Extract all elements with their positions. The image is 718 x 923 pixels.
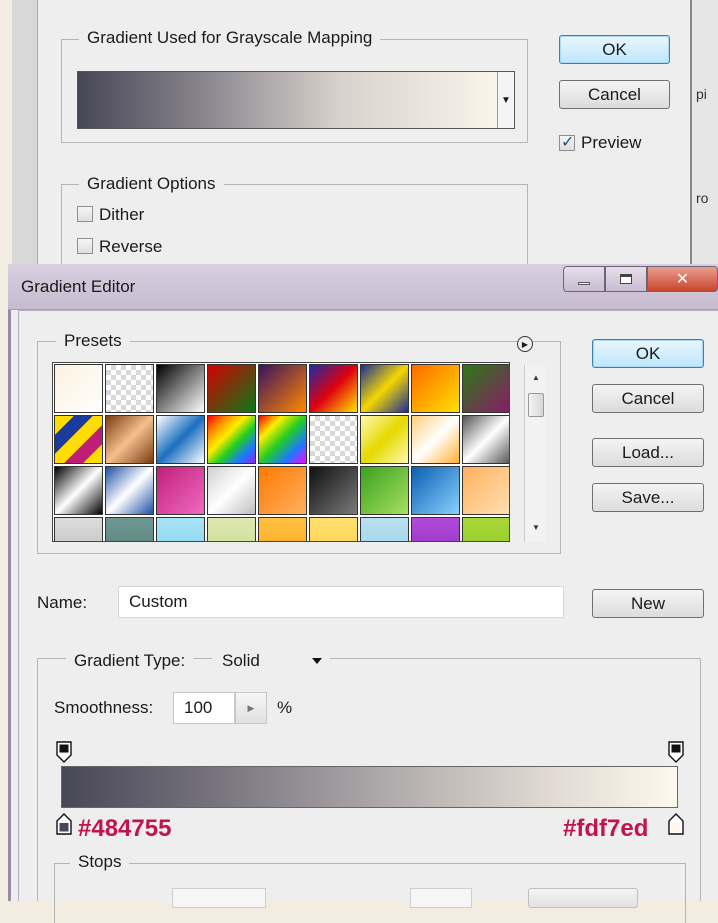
preset-swatch[interactable]	[462, 517, 509, 541]
editor-cancel-button[interactable]: Cancel	[592, 384, 704, 413]
preset-swatch[interactable]	[207, 415, 256, 464]
name-label: Name:	[37, 593, 88, 612]
background-window-edge-right: pi ro	[690, 0, 718, 270]
presets-menu-button[interactable]: ▶	[517, 336, 533, 352]
smoothness-unit: %	[277, 698, 293, 717]
scroll-up-icon[interactable]: ▲	[525, 373, 547, 382]
preset-swatch[interactable]	[54, 517, 103, 541]
end-color-annotation: #fdf7ed	[563, 815, 649, 842]
preset-swatch[interactable]	[309, 517, 358, 541]
preset-swatch[interactable]	[360, 364, 409, 413]
preset-swatch[interactable]	[258, 466, 307, 515]
preset-swatch[interactable]	[105, 415, 154, 464]
gradient-type-select[interactable]: Solid	[212, 646, 330, 676]
preset-swatch[interactable]	[207, 364, 256, 413]
reverse-label: Reverse	[99, 237, 163, 256]
grayscale-mapping-label: Gradient Used for Grayscale Mapping	[79, 28, 381, 48]
preset-swatch[interactable]	[411, 517, 460, 541]
cancel-button[interactable]: Cancel	[559, 80, 670, 109]
stop-opacity-field[interactable]	[172, 888, 266, 908]
preview-label: Preview	[581, 133, 642, 152]
close-icon: ✕	[675, 271, 690, 288]
opacity-stop-right[interactable]	[668, 741, 684, 763]
presets-label: Presets	[56, 331, 130, 351]
maximize-icon	[620, 274, 632, 284]
minimize-icon	[578, 281, 590, 285]
new-button[interactable]: New	[592, 589, 704, 618]
preset-swatch[interactable]	[360, 466, 409, 515]
preset-swatch[interactable]	[309, 466, 358, 515]
preset-swatch[interactable]	[462, 364, 509, 413]
preset-swatch[interactable]	[360, 517, 409, 541]
truncated-text: pi	[696, 86, 707, 102]
stops-label: Stops	[70, 852, 130, 872]
preset-swatch[interactable]	[156, 415, 205, 464]
opacity-stop-left[interactable]	[56, 741, 72, 763]
editor-ok-button[interactable]: OK	[592, 339, 704, 368]
preset-swatch[interactable]	[309, 415, 358, 464]
stop-location-field[interactable]	[410, 888, 472, 908]
preset-swatch[interactable]	[156, 466, 205, 515]
preset-swatch[interactable]	[207, 517, 256, 541]
name-input[interactable]: Custom	[118, 586, 564, 618]
start-color-annotation: #484755	[78, 815, 172, 842]
dither-checkbox[interactable]	[77, 206, 93, 222]
color-stop-right[interactable]	[668, 813, 684, 835]
preset-swatch[interactable]	[411, 415, 460, 464]
preset-swatch[interactable]	[411, 364, 460, 413]
grayscale-gradient-picker[interactable]	[77, 71, 515, 129]
preset-swatch[interactable]	[54, 364, 103, 413]
scrollbar-thumb[interactable]	[528, 393, 544, 417]
presets-scrollbar[interactable]: ▲ ▼	[524, 365, 546, 542]
window-title: Gradient Editor	[21, 277, 136, 296]
presets-grid	[52, 362, 510, 542]
smoothness-label: Smoothness:	[54, 698, 154, 717]
preset-swatch[interactable]	[105, 517, 154, 541]
preset-swatch[interactable]	[258, 415, 307, 464]
truncated-text: ro	[696, 190, 709, 206]
preset-swatch[interactable]	[156, 517, 205, 541]
preset-swatch[interactable]	[54, 415, 103, 464]
background-window-edge	[12, 0, 38, 270]
play-icon: ▶	[521, 339, 529, 349]
preset-swatch[interactable]	[360, 415, 409, 464]
gradient-type-label: Gradient Type:	[66, 651, 194, 671]
ok-button[interactable]: OK	[559, 35, 670, 64]
minimize-button[interactable]	[563, 266, 605, 292]
preset-swatch[interactable]	[105, 364, 154, 413]
preset-swatch[interactable]	[462, 466, 509, 515]
color-stop-left[interactable]	[56, 813, 72, 835]
preset-swatch[interactable]	[309, 364, 358, 413]
scroll-down-icon[interactable]: ▼	[525, 523, 547, 532]
reverse-checkbox[interactable]	[77, 238, 93, 254]
chevron-down-icon	[312, 658, 322, 664]
preset-swatch[interactable]	[105, 466, 154, 515]
preset-swatch[interactable]	[462, 415, 509, 464]
preview-checkbox[interactable]	[559, 132, 575, 152]
gradient-preview-bar[interactable]	[61, 766, 678, 808]
preset-swatch[interactable]	[258, 517, 307, 541]
close-button[interactable]: ✕	[647, 266, 718, 292]
gradient-options-group	[61, 184, 528, 270]
save-button[interactable]: Save...	[592, 483, 704, 512]
maximize-button[interactable]	[605, 266, 647, 292]
dither-label: Dither	[99, 205, 145, 224]
stop-delete-button[interactable]	[528, 888, 638, 908]
gradient-type-value: Solid	[222, 651, 260, 670]
chevron-down-icon: ▼	[501, 94, 511, 106]
preset-swatch[interactable]	[156, 364, 205, 413]
preset-swatch[interactable]	[54, 466, 103, 515]
gradient-dropdown-arrow[interactable]: ▼	[497, 72, 514, 128]
preset-swatch[interactable]	[207, 466, 256, 515]
gradient-options-label: Gradient Options	[79, 174, 224, 194]
smoothness-input[interactable]: 100	[173, 692, 235, 724]
preset-swatch[interactable]	[411, 466, 460, 515]
smoothness-stepper[interactable]: ▶	[235, 692, 267, 724]
play-icon: ▶	[247, 702, 255, 713]
load-button[interactable]: Load...	[592, 438, 704, 467]
preset-swatch[interactable]	[258, 364, 307, 413]
